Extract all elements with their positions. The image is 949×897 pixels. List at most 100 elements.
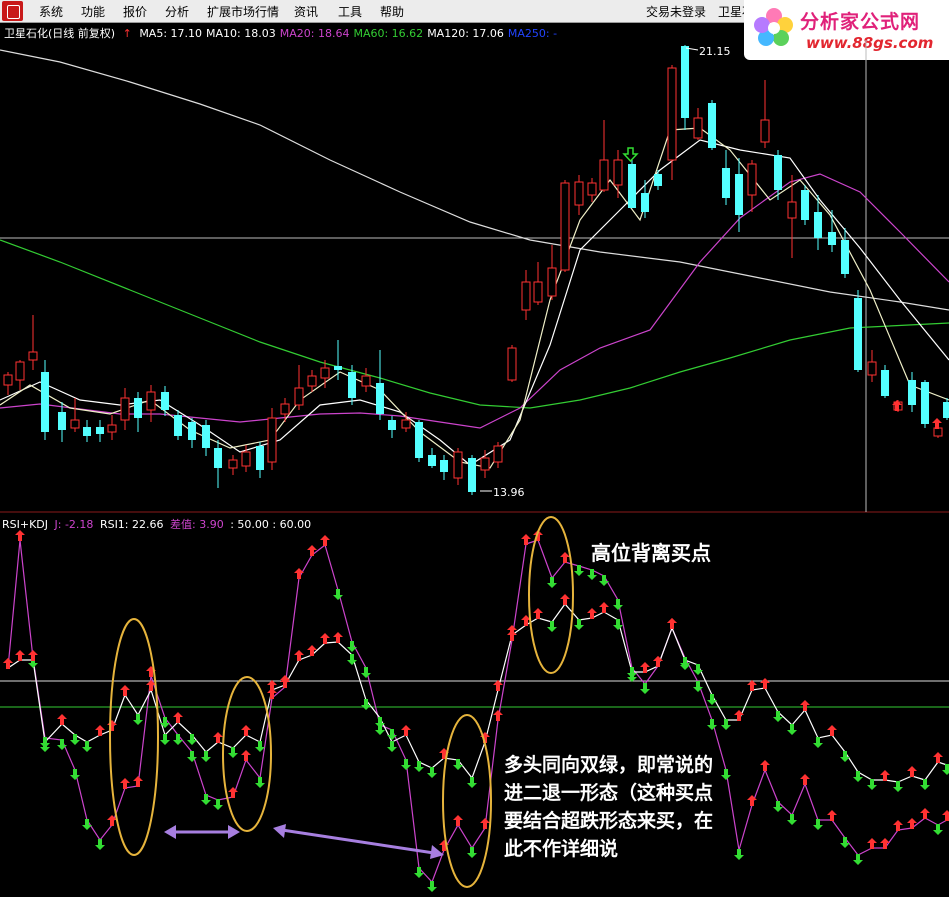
up-arrow-icon <box>667 618 677 629</box>
up-arrow-icon <box>827 810 837 821</box>
highlight-ellipse-1 <box>109 618 159 856</box>
ma120-line <box>0 49 949 311</box>
down-arrow-icon <box>773 711 783 722</box>
candle-body-up <box>933 427 943 437</box>
candle-body-down <box>83 427 91 436</box>
down-arrow-icon <box>187 751 197 762</box>
candle-body-up <box>480 457 490 471</box>
down-arrow-icon <box>721 719 731 730</box>
candle-body-down <box>943 402 949 418</box>
down-arrow-icon <box>40 741 50 752</box>
candle-body-up <box>228 459 238 469</box>
down-arrow-icon <box>734 849 744 860</box>
up-arrow-icon <box>3 658 13 669</box>
up-arrow-icon <box>213 732 223 743</box>
down-arrow-icon <box>401 759 411 770</box>
candle-body-up <box>533 281 543 303</box>
candle-body-down <box>428 455 436 466</box>
up-arrow-icon <box>480 818 490 829</box>
price-chart-canvas[interactable]: 21.15 13.96 <box>0 0 949 897</box>
down-arrow-icon <box>547 621 557 632</box>
double-arrow-icon <box>273 824 444 859</box>
down-arrow-icon <box>427 881 437 892</box>
down-arrow-icon <box>893 781 903 792</box>
down-arrow-icon <box>347 654 357 665</box>
down-arrow-icon <box>813 737 823 748</box>
candle-body-down <box>814 212 822 238</box>
candle-body-up <box>693 117 703 139</box>
down-arrow-icon <box>547 577 557 588</box>
candle-body-down <box>654 174 662 186</box>
up-arrow-icon <box>294 568 304 579</box>
down-arrow-icon <box>387 741 397 752</box>
up-arrow-icon <box>95 725 105 736</box>
down-arrow-icon <box>70 734 80 745</box>
candle-body-down <box>134 398 142 418</box>
up-arrow-icon <box>880 770 890 781</box>
down-arrow-icon <box>82 741 92 752</box>
up-arrow-icon <box>120 685 130 696</box>
candle-body-up <box>28 351 38 361</box>
candle-body-up <box>507 347 517 381</box>
annotation-double-green: 多头同向双绿，即常说的进二退一形态（这种买点要结合超跌形态来买，在此不作详细说 <box>504 754 714 860</box>
down-arrow-icon <box>640 683 650 694</box>
candle-body-down <box>801 190 809 220</box>
candle-body-down <box>161 392 169 410</box>
candle-body-down <box>921 382 929 424</box>
candle-body-down <box>41 372 49 432</box>
candle-body-up <box>574 181 584 206</box>
candle-body-down <box>440 460 448 472</box>
down-arrow-icon <box>867 779 877 790</box>
up-arrow-icon <box>760 678 770 689</box>
up-arrow-icon <box>800 700 810 711</box>
candle-body-up <box>453 451 463 479</box>
moving-average-lines <box>0 49 949 469</box>
down-arrow-icon <box>574 619 584 630</box>
down-arrow-icon <box>707 719 717 730</box>
candle-body-up <box>760 119 770 143</box>
ma5-line <box>0 127 949 469</box>
up-arrow-icon <box>560 552 570 563</box>
up-arrow-icon <box>493 710 503 721</box>
candle-body-down <box>174 415 182 436</box>
up-arrow-icon <box>640 662 650 673</box>
down-arrow-icon <box>853 771 863 782</box>
candle-body-up <box>867 361 877 376</box>
down-arrow-icon <box>467 777 477 788</box>
candle-body-up <box>307 375 317 387</box>
up-arrow-icon <box>587 608 597 619</box>
up-arrow-icon <box>827 725 837 736</box>
rsi-line <box>7 603 948 783</box>
down-arrow-icon <box>133 714 143 725</box>
candle-body-down <box>388 420 396 430</box>
price-down-marker-icon <box>622 147 639 163</box>
candle-body-down <box>334 366 342 370</box>
up-arrow-icon <box>28 650 38 661</box>
candle-body-up <box>493 445 503 463</box>
up-arrow-icon <box>493 680 503 691</box>
down-arrow-icon <box>255 777 265 788</box>
down-arrow-icon <box>813 819 823 830</box>
candle-body-up <box>146 391 156 411</box>
down-arrow-icon <box>333 589 343 600</box>
ma60-line <box>0 239 949 409</box>
up-arrow-icon <box>15 650 25 661</box>
candle-body-up <box>747 163 757 196</box>
down-arrow-icon <box>853 854 863 865</box>
candle-body-up <box>280 403 290 415</box>
up-arrow-icon <box>800 774 810 785</box>
up-arrow-icon <box>133 776 143 787</box>
candle-body-down <box>415 422 423 458</box>
down-arrow-icon <box>70 769 80 780</box>
candle-body-down <box>708 103 716 148</box>
up-arrow-icon <box>15 530 25 541</box>
candle-body-down <box>828 232 836 245</box>
low-price-label: 13.96 <box>493 486 525 499</box>
high-price-label: 21.15 <box>699 45 731 58</box>
up-arrow-icon <box>599 602 609 613</box>
down-arrow-icon <box>933 824 943 835</box>
candle-body-down <box>348 372 356 398</box>
down-arrow-icon <box>347 641 357 652</box>
candle-body-down <box>881 370 889 396</box>
candle-body-up <box>241 451 251 467</box>
